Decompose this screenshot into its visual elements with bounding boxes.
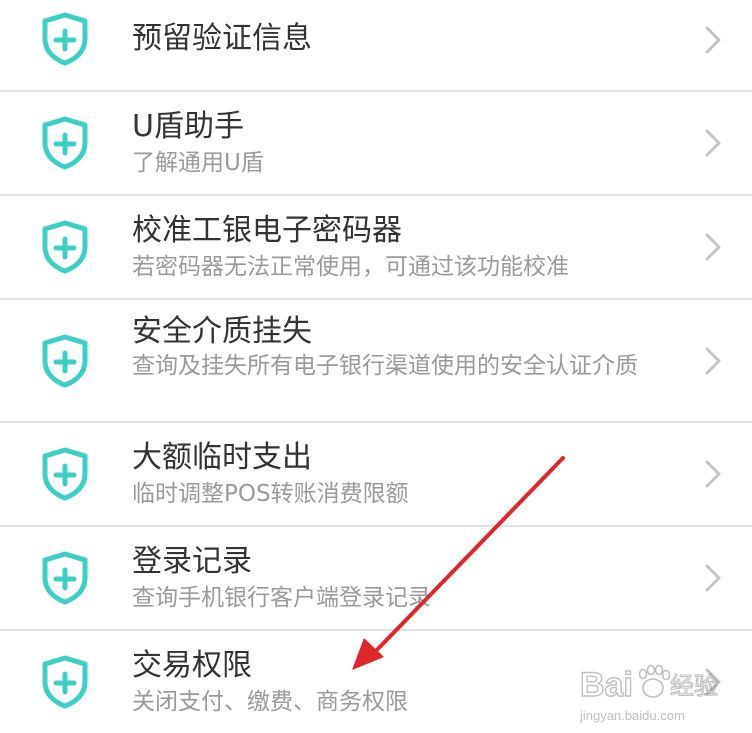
menu-item-subtitle: 查询手机银行客户端登录记录 (132, 585, 431, 611)
shield-plus-icon (42, 116, 88, 170)
menu-item-title: 安全介质挂失 (132, 314, 312, 349)
menu-item-title: 交易权限 (132, 648, 252, 683)
baidu-jingyan-watermark: Bai 经验 jingyan.baidu.com (579, 664, 719, 723)
menu-item-title: 登录记录 (132, 544, 252, 579)
menu-item-report-lost-medium[interactable]: 安全介质挂失 查询及挂失所有电子银行渠道使用的安全认证介质 (0, 300, 752, 421)
chevron-right-icon (705, 347, 721, 375)
menu-item-subtitle: 查询及挂失所有电子银行渠道使用的安全认证介质 (132, 353, 638, 379)
menu-item-title: U盾助手 (132, 109, 244, 144)
menu-item-subtitle: 了解通用U盾 (132, 150, 264, 176)
svg-text:Bai: Bai (580, 666, 633, 704)
menu-item-title: 校准工银电子密码器 (132, 213, 402, 248)
menu-item-subtitle: 临时调整POS转账消费限额 (132, 481, 409, 507)
security-settings-screen: 预留验证信息 U盾助手 了解通用U盾 校准工银电子密码器 若密码器无法正常使用，… (0, 0, 752, 733)
menu-item-login-records[interactable]: 登录记录 查询手机银行客户端登录记录 (0, 527, 752, 629)
chevron-right-icon (705, 129, 721, 157)
shield-plus-icon (42, 655, 88, 709)
menu-item-title: 大额临时支出 (132, 440, 312, 475)
shield-plus-icon (42, 447, 88, 501)
shield-plus-icon (42, 220, 88, 274)
menu-item-subtitle: 若密码器无法正常使用，可通过该功能校准 (132, 254, 569, 280)
menu-item-ushield-assistant[interactable]: U盾助手 了解通用U盾 (0, 92, 752, 194)
menu-item-calibrate-token[interactable]: 校准工银电子密码器 若密码器无法正常使用，可通过该功能校准 (0, 196, 752, 298)
watermark-url: jingyan.baidu.com (579, 708, 685, 723)
chevron-right-icon (705, 460, 721, 488)
chevron-right-icon (705, 233, 721, 261)
menu-item-large-temporary-payment[interactable]: 大额临时支出 临时调整POS转账消费限额 (0, 423, 752, 525)
shield-plus-icon (42, 334, 88, 388)
menu-item-reserved-verification[interactable]: 预留验证信息 (0, 0, 752, 90)
svg-text:经验: 经验 (670, 672, 718, 700)
chevron-right-icon (705, 26, 721, 54)
shield-plus-icon (42, 551, 88, 605)
chevron-right-icon (705, 564, 721, 592)
menu-item-title: 预留验证信息 (132, 21, 312, 56)
shield-plus-icon (42, 12, 88, 66)
